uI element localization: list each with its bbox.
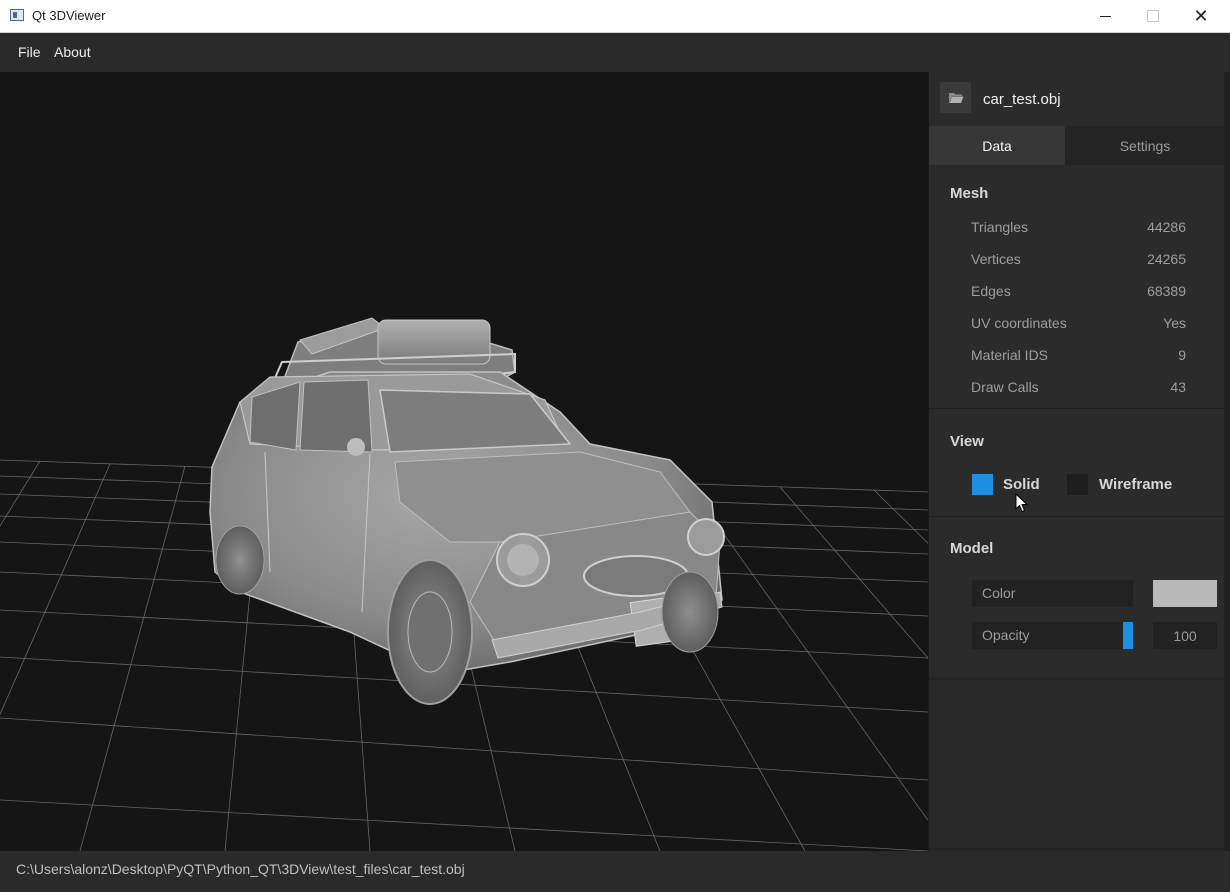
mesh-label: Draw Calls [971, 379, 1039, 395]
opacity-label: Opacity [982, 627, 1030, 643]
close-icon: ✕ [1193, 5, 1209, 26]
mesh-label: Vertices [971, 251, 1021, 267]
panel-empty-area [929, 677, 1224, 851]
tab-settings[interactable]: Settings [1066, 126, 1224, 165]
window-title: Qt 3DViewer [32, 8, 106, 23]
mesh-label: Edges [971, 283, 1011, 299]
status-file-path: C:\Users\alonz\Desktop\PyQT\Python_QT\3D… [16, 861, 465, 877]
model-title: Model [950, 540, 994, 557]
menu-about[interactable]: About [54, 44, 91, 60]
car-model [209, 317, 725, 705]
mesh-label: Material IDS [971, 347, 1049, 363]
mesh-row-edges: Edges 68389 [971, 279, 1186, 303]
view-section: View Solid Wireframe [929, 409, 1224, 517]
panel-tabs: Data Settings [929, 126, 1224, 165]
model-section: Model Color Opacity 100 [929, 517, 1224, 678]
menu-file[interactable]: File [18, 44, 41, 60]
viewport-scene [0, 317, 928, 851]
window-right-edge [1224, 72, 1230, 851]
maximize-icon [1147, 10, 1159, 22]
wireframe-label[interactable]: Wireframe [1099, 476, 1172, 493]
mesh-value: 44286 [1147, 219, 1186, 235]
app-icon [10, 9, 24, 21]
menu-bar: File About [0, 33, 1230, 72]
maximize-button[interactable] [1130, 0, 1176, 32]
mesh-value: Yes [1163, 315, 1186, 331]
open-file-button[interactable] [940, 82, 971, 113]
mesh-row-draw-calls: Draw Calls 43 [971, 375, 1186, 399]
mesh-section: Mesh Triangles 44286 Vertices 24265 Edge… [929, 165, 1224, 409]
opacity-slider-handle[interactable] [1123, 622, 1133, 649]
tab-data[interactable]: Data [929, 126, 1065, 165]
view-title: View [950, 433, 984, 450]
mouse-cursor-icon [1015, 493, 1029, 513]
opacity-slider[interactable]: Opacity [972, 622, 1133, 649]
3d-viewport[interactable] [0, 72, 928, 851]
close-button[interactable]: ✕ [1178, 0, 1224, 32]
title-bar: Qt 3DViewer ✕ [0, 0, 1230, 33]
mesh-row-vertices: Vertices 24265 [971, 247, 1186, 271]
mesh-row-material-ids: Material IDS 9 [971, 343, 1186, 367]
wireframe-checkbox[interactable] [1067, 474, 1088, 495]
mesh-label: UV coordinates [971, 315, 1067, 331]
mesh-label: Triangles [971, 219, 1029, 235]
color-label: Color [982, 585, 1016, 601]
folder-open-icon [948, 93, 963, 103]
solid-label[interactable]: Solid [1003, 476, 1040, 493]
minimize-button[interactable] [1082, 0, 1128, 32]
file-header: car_test.obj [929, 72, 1224, 126]
minimize-icon [1099, 15, 1111, 17]
mesh-value: 43 [1170, 379, 1186, 395]
color-field[interactable]: Color [972, 580, 1133, 607]
mesh-row-uv-coordinates: UV coordinates Yes [971, 311, 1186, 335]
status-bar: C:\Users\alonz\Desktop\PyQT\Python_QT\3D… [0, 851, 1230, 892]
mesh-value: 9 [1178, 347, 1186, 363]
mesh-value: 24265 [1147, 251, 1186, 267]
opacity-value-field[interactable]: 100 [1153, 622, 1217, 649]
mesh-value: 68389 [1147, 283, 1186, 299]
color-swatch-button[interactable] [1153, 580, 1217, 607]
mesh-title: Mesh [950, 185, 989, 202]
solid-checkbox[interactable] [972, 474, 993, 495]
file-name: car_test.obj [983, 91, 1061, 108]
mesh-row-triangles: Triangles 44286 [971, 215, 1186, 239]
